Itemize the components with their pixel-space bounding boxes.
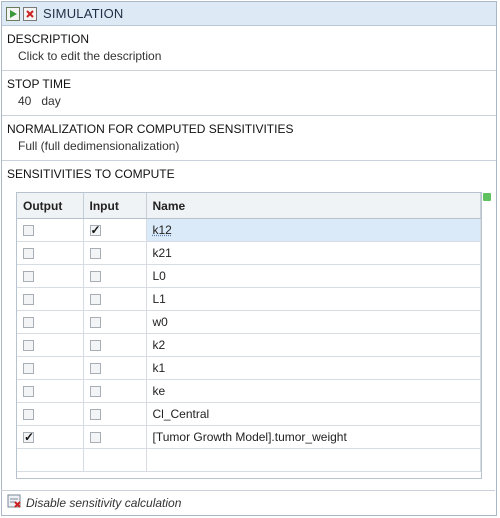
input-checkbox[interactable] xyxy=(89,409,101,420)
output-checkbox[interactable] xyxy=(23,294,34,305)
table-row[interactable]: w0 xyxy=(17,310,481,334)
stop-time-section: STOP TIME 40 day xyxy=(2,71,496,116)
column-header-name[interactable]: Name xyxy=(146,193,481,219)
parameter-name: L1 xyxy=(152,292,166,306)
table-row[interactable]: L0 xyxy=(17,264,481,288)
sensitivities-header: SENSITIVITIES TO COMPUTE xyxy=(7,167,175,181)
output-cell[interactable] xyxy=(17,310,84,334)
input-checkbox[interactable] xyxy=(89,386,101,397)
parameter-name: k2 xyxy=(152,338,166,352)
output-cell[interactable] xyxy=(17,425,84,449)
name-cell[interactable]: L1 xyxy=(146,287,481,311)
input-cell[interactable] xyxy=(83,333,147,357)
sensitivities-table: Output Input Name k12 k21 L0 L1 w0 k2 k1 ke Cl_C… xyxy=(16,192,482,479)
status-indicator xyxy=(483,193,491,201)
input-cell[interactable] xyxy=(83,241,147,265)
empty-cell[interactable] xyxy=(83,448,147,472)
empty-row[interactable] xyxy=(17,448,481,472)
output-checkbox[interactable] xyxy=(23,409,34,420)
parameter-name: Cl_Central xyxy=(152,407,210,421)
parameter-name: k12 xyxy=(152,223,172,237)
input-checkbox[interactable] xyxy=(89,363,101,374)
parameter-name: L0 xyxy=(152,269,166,283)
parameter-name: [Tumor Growth Model].tumor_weight xyxy=(152,430,347,444)
output-checkbox[interactable] xyxy=(23,248,34,259)
name-cell[interactable]: ke xyxy=(146,379,481,403)
output-checkbox[interactable] xyxy=(23,340,34,351)
output-cell[interactable] xyxy=(17,241,84,265)
output-cell[interactable] xyxy=(17,264,84,288)
name-cell[interactable]: k12 xyxy=(146,218,481,242)
stop-time-value[interactable]: 40 xyxy=(18,94,31,108)
output-cell[interactable] xyxy=(17,356,84,380)
empty-cell[interactable] xyxy=(146,448,481,472)
input-cell[interactable] xyxy=(83,402,147,426)
normalization-section: NORMALIZATION FOR COMPUTED SENSITIVITIES… xyxy=(2,116,496,161)
empty-cell[interactable] xyxy=(17,448,84,472)
input-cell[interactable] xyxy=(83,425,147,449)
output-cell[interactable] xyxy=(17,402,84,426)
input-checkbox[interactable] xyxy=(89,432,101,443)
input-checkbox[interactable] xyxy=(89,294,101,305)
name-cell[interactable]: L0 xyxy=(146,264,481,288)
input-cell[interactable] xyxy=(83,264,147,288)
output-cell[interactable] xyxy=(17,379,84,403)
input-cell[interactable] xyxy=(83,218,147,242)
output-checkbox[interactable] xyxy=(23,225,34,236)
name-cell[interactable]: w0 xyxy=(146,310,481,334)
title-bar: SIMULATION xyxy=(2,2,496,26)
output-checkbox[interactable] xyxy=(23,271,34,282)
input-cell[interactable] xyxy=(83,310,147,334)
footer-bar[interactable]: Disable sensitivity calculation xyxy=(1,490,495,514)
input-checkbox[interactable] xyxy=(89,271,101,282)
parameter-name: k21 xyxy=(152,246,172,260)
output-checkbox[interactable] xyxy=(23,363,34,374)
input-cell[interactable] xyxy=(83,287,147,311)
description-value[interactable]: Click to edit the description xyxy=(7,49,491,63)
table-row[interactable]: k21 xyxy=(17,241,481,265)
table-row[interactable]: [Tumor Growth Model].tumor_weight xyxy=(17,425,481,449)
disable-sensitivity-link[interactable]: Disable sensitivity calculation xyxy=(26,496,181,510)
delete-icon[interactable] xyxy=(23,6,37,21)
output-cell[interactable] xyxy=(17,218,84,242)
output-checkbox[interactable] xyxy=(23,317,34,328)
parameter-name: w0 xyxy=(152,315,168,329)
normalization-value[interactable]: Full (full dedimensionalization) xyxy=(7,139,491,153)
parameter-name: k1 xyxy=(152,361,166,375)
table-row[interactable]: k1 xyxy=(17,356,481,380)
table-row[interactable]: ke xyxy=(17,379,481,403)
input-cell[interactable] xyxy=(83,356,147,380)
column-header-output[interactable]: Output xyxy=(17,193,84,219)
table-row[interactable]: k12 xyxy=(17,218,481,242)
output-cell[interactable] xyxy=(17,333,84,357)
name-cell[interactable]: k2 xyxy=(146,333,481,357)
column-header-input[interactable]: Input xyxy=(83,193,147,219)
normalization-header: NORMALIZATION FOR COMPUTED SENSITIVITIES xyxy=(7,122,294,136)
input-cell[interactable] xyxy=(83,379,147,403)
name-cell[interactable]: k21 xyxy=(146,241,481,265)
input-checkbox[interactable] xyxy=(89,248,101,259)
sensitivity-toggle-icon[interactable] xyxy=(7,494,21,511)
name-cell[interactable]: [Tumor Growth Model].tumor_weight xyxy=(146,425,481,449)
parameter-name: ke xyxy=(152,384,166,398)
run-simulation-icon[interactable] xyxy=(6,6,20,21)
input-checkbox[interactable] xyxy=(89,340,101,351)
description-header: DESCRIPTION xyxy=(7,32,90,46)
name-cell[interactable]: Cl_Central xyxy=(146,402,481,426)
name-cell[interactable]: k1 xyxy=(146,356,481,380)
stop-time-header: STOP TIME xyxy=(7,77,72,91)
output-checkbox[interactable] xyxy=(23,430,34,444)
table-row[interactable]: k2 xyxy=(17,333,481,357)
table-row[interactable]: L1 xyxy=(17,287,481,311)
panel-title: SIMULATION xyxy=(43,6,124,21)
output-cell[interactable] xyxy=(17,287,84,311)
input-checkbox[interactable] xyxy=(89,223,101,237)
stop-time-unit[interactable]: day xyxy=(41,94,60,108)
table-row[interactable]: Cl_Central xyxy=(17,402,481,426)
input-checkbox[interactable] xyxy=(89,317,101,328)
sensitivities-section: SENSITIVITIES TO COMPUTE xyxy=(2,161,496,181)
description-section: DESCRIPTION Click to edit the descriptio… xyxy=(2,26,496,71)
output-checkbox[interactable] xyxy=(23,386,34,397)
